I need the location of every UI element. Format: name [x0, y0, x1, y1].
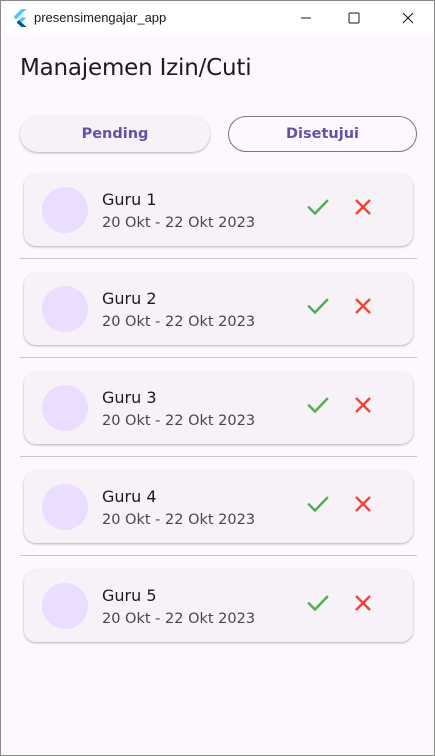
list-item: Guru 5 20 Okt - 22 Okt 2023 — [1, 570, 434, 669]
request-card[interactable]: Guru 5 20 Okt - 22 Okt 2023 — [24, 570, 413, 642]
tab-disetujui[interactable]: Disetujui — [228, 116, 417, 152]
leave-dates: 20 Okt - 22 Okt 2023 — [102, 413, 256, 429]
avatar — [42, 484, 88, 530]
tab-label: Disetujui — [286, 126, 359, 142]
list-item: Guru 1 20 Okt - 22 Okt 2023 — [1, 174, 434, 273]
close-icon — [402, 12, 414, 24]
approve-button[interactable] — [303, 392, 333, 422]
title-bar[interactable]: presensimengajar_app — [1, 1, 434, 35]
divider — [20, 555, 417, 556]
reject-button[interactable] — [348, 590, 378, 620]
leave-dates: 20 Okt - 22 Okt 2023 — [102, 215, 256, 231]
teacher-name: Guru 4 — [102, 487, 157, 506]
teacher-name: Guru 2 — [102, 289, 157, 308]
divider — [20, 456, 417, 457]
teacher-name: Guru 3 — [102, 388, 157, 407]
check-icon — [307, 495, 329, 517]
reject-button[interactable] — [348, 491, 378, 521]
request-card[interactable]: Guru 3 20 Okt - 22 Okt 2023 — [24, 372, 413, 444]
teacher-name: Guru 5 — [102, 586, 157, 605]
approve-button[interactable] — [303, 293, 333, 323]
request-card[interactable]: Guru 4 20 Okt - 22 Okt 2023 — [24, 471, 413, 543]
x-icon — [354, 198, 372, 220]
approve-button[interactable] — [303, 194, 333, 224]
minimize-button[interactable] — [283, 1, 329, 35]
x-icon — [354, 297, 372, 319]
minimize-icon — [300, 12, 312, 24]
avatar — [42, 286, 88, 332]
list-item: Guru 4 20 Okt - 22 Okt 2023 — [1, 471, 434, 570]
request-card[interactable]: Guru 2 20 Okt - 22 Okt 2023 — [24, 273, 413, 345]
maximize-icon — [348, 12, 360, 24]
tab-label: Pending — [81, 126, 149, 142]
divider — [20, 258, 417, 259]
avatar — [42, 187, 88, 233]
approve-button[interactable] — [303, 491, 333, 521]
check-icon — [307, 198, 329, 220]
window-title: presensimengajar_app — [34, 10, 167, 25]
reject-button[interactable] — [348, 194, 378, 224]
app-window: presensimengajar_app Manajemen Izin/Cuti… — [0, 0, 435, 756]
leave-dates: 20 Okt - 22 Okt 2023 — [102, 611, 256, 627]
maximize-button[interactable] — [331, 1, 377, 35]
divider — [20, 357, 417, 358]
avatar — [42, 583, 88, 629]
tab-pending[interactable]: Pending — [20, 116, 210, 152]
check-icon — [307, 594, 329, 616]
teacher-name: Guru 1 — [102, 190, 157, 209]
leave-dates: 20 Okt - 22 Okt 2023 — [102, 512, 256, 528]
check-icon — [307, 297, 329, 319]
reject-button[interactable] — [348, 293, 378, 323]
page-content: Manajemen Izin/Cuti Pending Disetujui Gu… — [1, 35, 434, 755]
leave-dates: 20 Okt - 22 Okt 2023 — [102, 314, 256, 330]
x-icon — [354, 495, 372, 517]
list-item: Guru 3 20 Okt - 22 Okt 2023 — [1, 372, 434, 471]
page-title: Manajemen Izin/Cuti — [20, 55, 252, 81]
list-item: Guru 2 20 Okt - 22 Okt 2023 — [1, 273, 434, 372]
approve-button[interactable] — [303, 590, 333, 620]
avatar — [42, 385, 88, 431]
check-icon — [307, 396, 329, 418]
x-icon — [354, 396, 372, 418]
flutter-logo-icon — [12, 9, 28, 27]
close-button[interactable] — [385, 1, 431, 35]
x-icon — [354, 594, 372, 616]
request-list: Guru 1 20 Okt - 22 Okt 2023 Guru 2 20 Ok… — [1, 174, 434, 669]
reject-button[interactable] — [348, 392, 378, 422]
request-card[interactable]: Guru 1 20 Okt - 22 Okt 2023 — [24, 174, 413, 246]
